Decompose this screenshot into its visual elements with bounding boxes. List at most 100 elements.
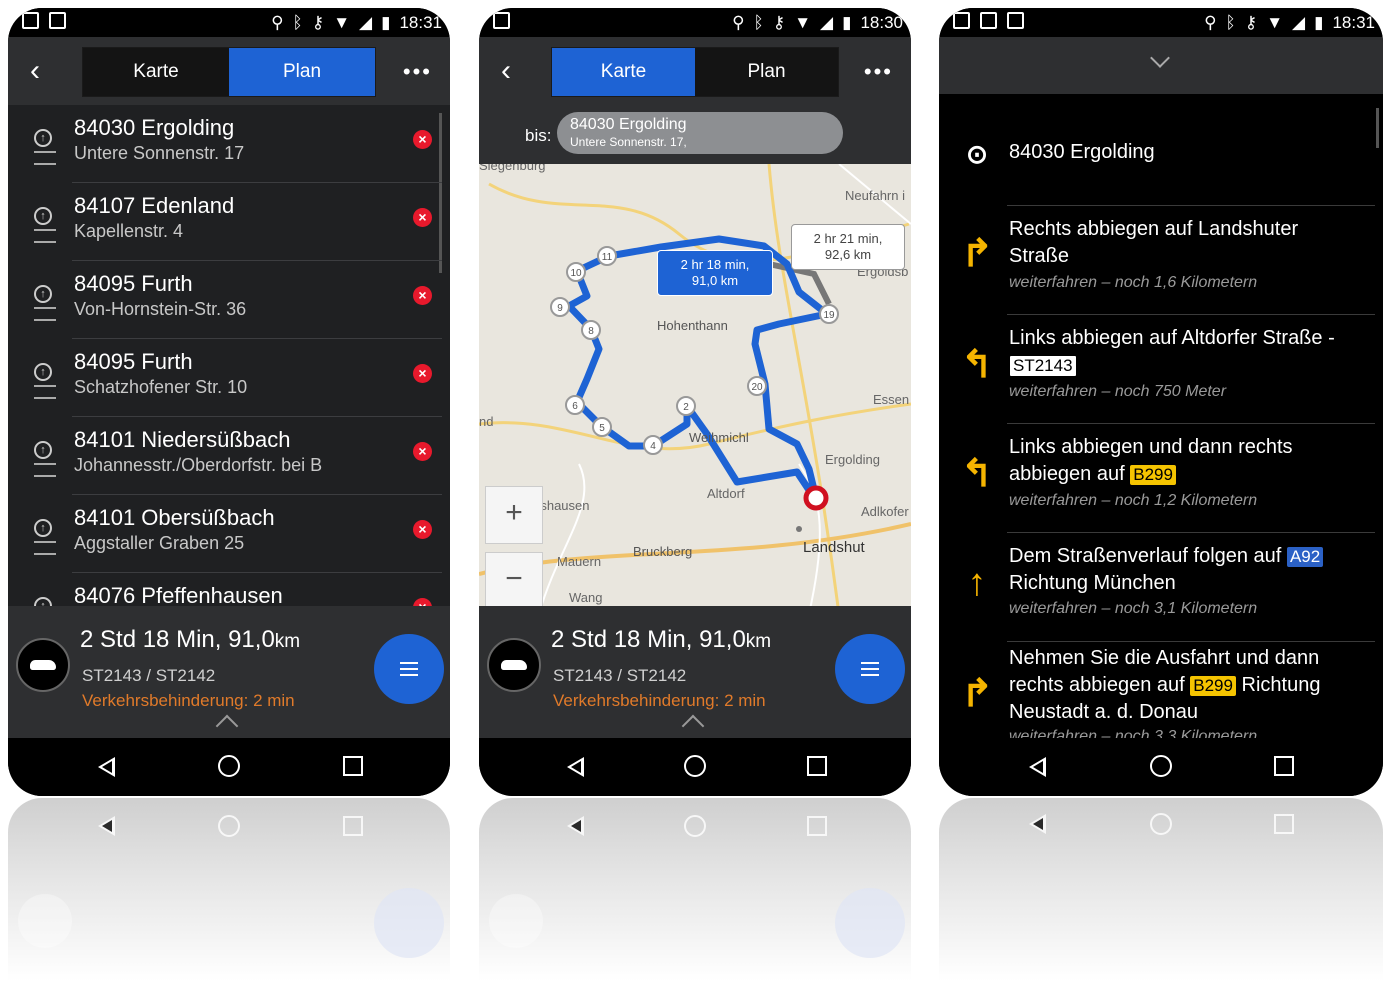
waypoint-street: Kapellenstr. 4 (74, 221, 184, 241)
nav-recents-icon (1274, 814, 1294, 834)
destination-field[interactable]: 84030 Ergolding Untere Sonnenstr. 17, (557, 112, 843, 154)
chevron-up-icon[interactable] (681, 714, 705, 738)
chevron-down-icon[interactable] (1150, 48, 1170, 68)
direction-step[interactable]: ↑ Dem Straßenverlauf folgen auf A92 Rich… (939, 533, 1383, 642)
nav-recents-icon[interactable] (343, 756, 363, 776)
waypoint-marker[interactable]: 6 (572, 401, 578, 412)
phone-plan: ⚲ ᛒ ⚷ ▼ ◢ ▮ 18:31 ‹ Karte Plan ••• ↑ 840… (8, 8, 450, 796)
waypoint-city: 84101 Niedersüßbach (74, 427, 291, 452)
list-item[interactable]: ↑ 84095 Furth Schatzhofener Str. 10 × (8, 339, 450, 417)
place-label: Hohenthann (657, 318, 728, 333)
phone-reflection (479, 798, 911, 981)
directions-list-button[interactable] (835, 634, 905, 704)
zoom-in-button[interactable]: + (485, 486, 543, 544)
nav-recents-icon[interactable] (807, 756, 827, 776)
delete-icon[interactable]: × (413, 364, 432, 383)
status-bar: ⚲ ᛒ ⚷ ▼ ◢ ▮ 18:30 (479, 8, 911, 37)
place-label: Neufahrn i (845, 188, 905, 203)
reorder-icon[interactable]: ↑ (34, 285, 56, 321)
list-item[interactable]: ↑ 84107 Edenland Kapellenstr. 4 × (8, 183, 450, 261)
signal-icon: ◢ (1292, 13, 1306, 32)
reorder-icon[interactable]: ↑ (34, 441, 56, 477)
delete-icon[interactable]: × (413, 208, 432, 227)
reorder-icon[interactable]: ↑ (34, 519, 56, 555)
route-roads: ST2143 / ST2142 (82, 666, 216, 685)
nav-recents-icon[interactable] (1274, 756, 1294, 776)
route-map[interactable]: Siegenburg Neufahrn i Ergoldsb Hohenthan… (479, 164, 911, 614)
nav-home-icon[interactable] (218, 755, 240, 777)
nav-home-icon[interactable] (1150, 755, 1172, 777)
waypoint-marker[interactable]: 2 (683, 402, 689, 413)
waypoint-marker[interactable]: 4 (650, 441, 656, 452)
direction-step[interactable]: ↱ Nehmen Sie die Ausfahrt und dann recht… (939, 642, 1383, 738)
reorder-icon[interactable]: ↑ (34, 129, 56, 165)
chevron-up-icon[interactable] (215, 714, 239, 738)
tab-plan[interactable]: Plan (229, 48, 375, 96)
nav-back-icon[interactable] (1029, 757, 1046, 777)
straight-arrow-icon: ↑ (967, 562, 987, 604)
toolbar: ‹ Karte Plan ••• (479, 37, 911, 105)
nav-back-icon[interactable] (98, 757, 115, 777)
direction-start[interactable]: ⊙ 84030 Ergolding (939, 94, 1383, 206)
direction-text: Dem Straßenverlauf folgen auf A92 Richtu… (1009, 543, 1357, 597)
delete-icon[interactable]: × (413, 520, 432, 539)
waypoint-marker[interactable]: 5 (599, 423, 605, 434)
more-options-icon[interactable]: ••• (864, 59, 893, 85)
nav-back-icon (1029, 814, 1046, 834)
car-mode-button[interactable] (16, 638, 70, 692)
direction-step[interactable]: ↰ Links abbiegen auf Altdorfer Straße -S… (939, 315, 1383, 424)
back-icon[interactable]: ‹ (30, 53, 40, 89)
waypoint-marker[interactable]: 20 (751, 382, 763, 393)
delete-icon[interactable]: × (413, 130, 432, 149)
nav-home-icon (218, 815, 240, 837)
more-options-icon[interactable]: ••• (403, 59, 432, 85)
list-item[interactable]: ↑ 84101 Obersüßbach Aggstaller Graben 25… (8, 495, 450, 573)
directions-list-button[interactable] (374, 634, 444, 704)
route-option-alternative[interactable]: 2 hr 21 min, 92,6 km (791, 224, 905, 270)
route-summary-panel[interactable]: 2 Std 18 Min, 91,0km ST2143 / ST2142 Ver… (8, 606, 450, 746)
exit-right-icon: ↱ (961, 673, 993, 715)
waypoint-city: 84107 Edenland (74, 193, 235, 218)
road-shield: B299 (1190, 676, 1236, 696)
turn-right-icon: ↱ (961, 233, 993, 275)
waypoint-marker[interactable]: 10 (570, 268, 582, 279)
zoom-out-button[interactable]: − (485, 552, 543, 610)
vpn-key-icon: ⚷ (772, 13, 786, 32)
reorder-icon[interactable]: ↑ (34, 207, 56, 243)
back-icon[interactable]: ‹ (501, 53, 511, 89)
nav-home-icon[interactable] (684, 755, 706, 777)
place-label: Ergolding (825, 452, 880, 467)
route-summary-panel[interactable]: 2 Std 18 Min, 91,0km ST2143 / ST2142 Ver… (479, 606, 911, 746)
android-nav-bar (479, 738, 911, 796)
clock: 18:30 (860, 13, 903, 32)
tab-map[interactable]: Karte (552, 48, 695, 96)
car-mode-button[interactable] (487, 638, 541, 692)
direction-text: 84030 Ergolding (1009, 141, 1155, 163)
list-item[interactable]: ↑ 84101 Niedersüßbach Johannesstr./Oberd… (8, 417, 450, 495)
notification-icon (1007, 12, 1024, 29)
route-option-selected[interactable]: 2 hr 18 min, 91,0 km (657, 250, 773, 296)
delete-icon[interactable]: × (413, 442, 432, 461)
delete-icon[interactable]: × (413, 286, 432, 305)
toolbar: ‹ Karte Plan ••• (8, 37, 450, 105)
waypoint-marker[interactable]: 19 (823, 310, 835, 321)
list-item[interactable]: ↑ 84030 Ergolding Untere Sonnenstr. 17 × (8, 105, 450, 183)
waypoint-marker[interactable]: 8 (588, 326, 594, 337)
direction-step[interactable]: ↱ Rechts abbiegen auf Landshuter Straße … (939, 206, 1383, 315)
reorder-icon[interactable]: ↑ (34, 363, 56, 399)
place-label: Bruckberg (633, 544, 692, 559)
notification-icon (493, 12, 510, 29)
direction-text: Nehmen Sie die Ausfahrt und dann rechts … (1009, 647, 1321, 723)
nav-back-icon[interactable] (567, 757, 584, 777)
direction-step[interactable]: ↰ Links abbiegen und dann rechts abbiege… (939, 424, 1383, 533)
list-item[interactable]: ↑ 84095 Furth Von-Hornstein-Str. 36 × (8, 261, 450, 339)
mail-icon (953, 12, 970, 29)
waypoint-marker[interactable]: 11 (602, 252, 613, 263)
scrollbar[interactable] (1376, 108, 1379, 148)
bluetooth-icon: ᛒ (292, 13, 303, 32)
tab-map[interactable]: Karte (83, 48, 229, 96)
tab-plan[interactable]: Plan (695, 48, 838, 96)
waypoint-marker[interactable]: 9 (557, 303, 563, 314)
collapse-bar[interactable] (939, 37, 1383, 94)
place-label: Adlkofer (861, 504, 909, 519)
